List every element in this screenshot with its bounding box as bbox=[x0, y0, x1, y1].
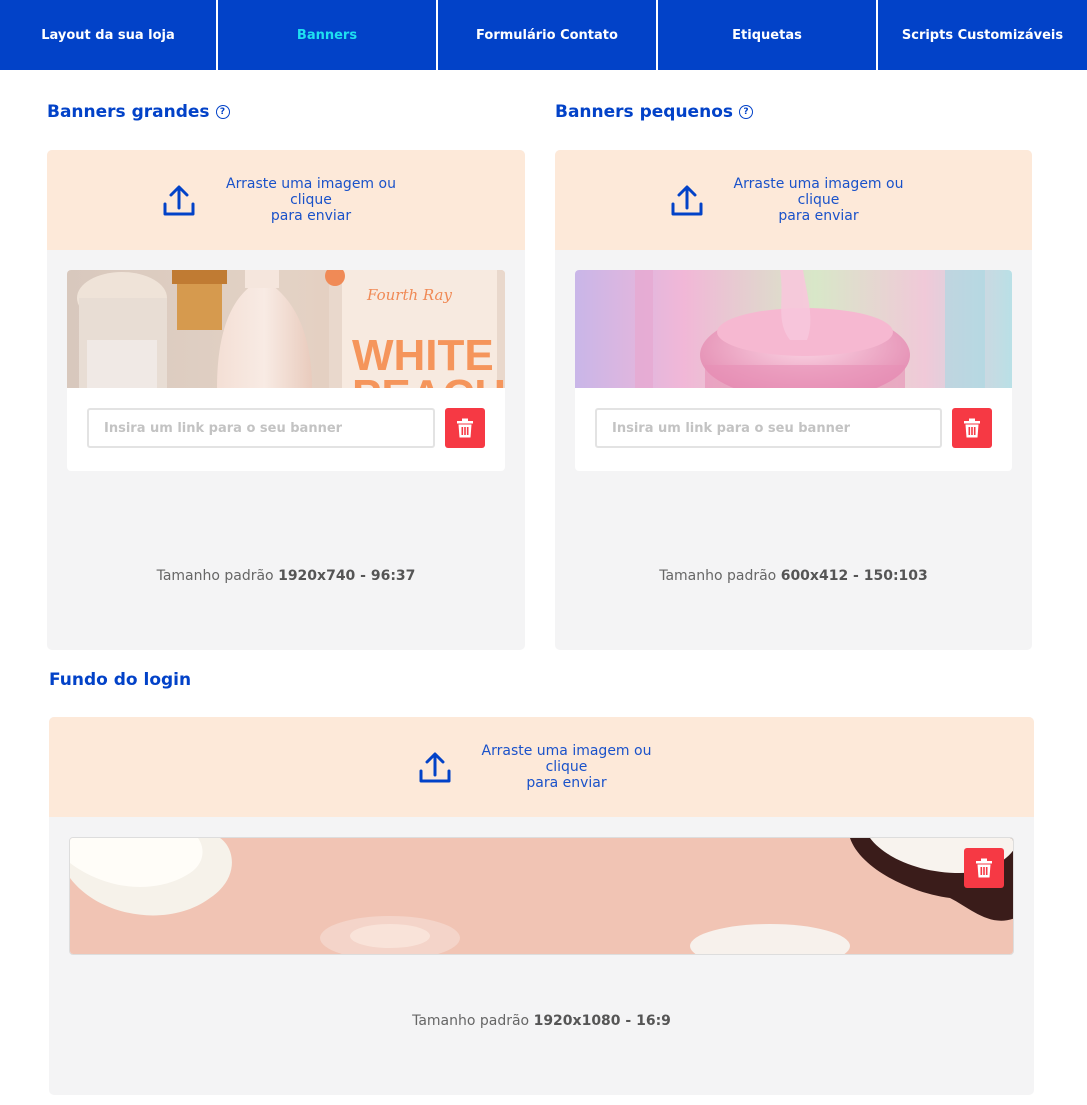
large-banners-heading: Banners grandes ? bbox=[47, 102, 230, 122]
large-banners-card: Arraste uma imagem ou clique para enviar bbox=[47, 150, 525, 650]
upload-instructions: Arraste uma imagem ou clique para enviar bbox=[733, 176, 904, 224]
large-banners-title: Banners grandes bbox=[47, 102, 210, 122]
banner-link-input[interactable] bbox=[87, 408, 435, 448]
small-banners-dropzone[interactable]: Arraste uma imagem ou clique para enviar bbox=[555, 150, 1032, 250]
upload-instructions: Arraste uma imagem ou clique para enviar bbox=[481, 743, 652, 791]
small-banners-card: Arraste uma imagem ou clique para enviar bbox=[555, 150, 1032, 650]
delete-banner-button[interactable] bbox=[952, 408, 992, 448]
login-background-size-info: Tamanho padrão 1920x1080 - 16:9 bbox=[412, 1013, 671, 1029]
small-banner-size-info: Tamanho padrão 600x412 - 150:103 bbox=[659, 568, 928, 584]
small-banners-title: Banners pequenos bbox=[555, 102, 733, 122]
tab-custom-scripts[interactable]: Scripts Customizáveis bbox=[878, 0, 1087, 70]
large-banner-size-info: Tamanho padrão 1920x740 - 96:37 bbox=[156, 568, 416, 584]
upload-icon bbox=[419, 752, 450, 783]
help-icon[interactable]: ? bbox=[215, 105, 230, 119]
delete-banner-button[interactable] bbox=[445, 408, 485, 448]
upload-icon bbox=[163, 185, 195, 216]
delete-login-background-button[interactable] bbox=[964, 848, 1004, 888]
login-background-item bbox=[69, 837, 1014, 955]
tab-labels[interactable]: Etiquetas bbox=[658, 0, 876, 70]
small-banners-heading: Banners pequenos ? bbox=[555, 102, 753, 122]
trash-icon bbox=[457, 418, 473, 438]
banner-image bbox=[575, 270, 1012, 388]
tab-contact-form[interactable]: Formulário Contato bbox=[438, 0, 656, 70]
help-icon[interactable]: ? bbox=[739, 105, 753, 119]
trash-icon bbox=[976, 858, 992, 878]
login-background-card: Arraste uma imagem ou clique para enviar bbox=[49, 717, 1034, 1095]
login-background-dropzone[interactable]: Arraste uma imagem ou clique para enviar bbox=[49, 717, 1034, 817]
banner-brand-text: Fourth Ray bbox=[366, 286, 452, 304]
banner-image: Fourth Ray WHITE PEACH bbox=[67, 270, 505, 388]
large-banner-item: Fourth Ray WHITE PEACH bbox=[67, 270, 505, 471]
tab-banners[interactable]: Banners bbox=[218, 0, 436, 70]
large-banners-dropzone[interactable]: Arraste uma imagem ou clique para enviar bbox=[47, 150, 525, 250]
login-background-heading: Fundo do login bbox=[49, 670, 191, 690]
banner-headline-2: PEACH bbox=[352, 371, 505, 388]
login-background-image bbox=[70, 838, 1013, 954]
upload-instructions: Arraste uma imagem ou clique para enviar bbox=[226, 176, 396, 224]
trash-icon bbox=[964, 418, 980, 438]
small-banner-item bbox=[575, 270, 1012, 471]
tab-layout[interactable]: Layout da sua loja bbox=[0, 0, 216, 70]
banner-link-input[interactable] bbox=[595, 408, 942, 448]
upload-icon bbox=[671, 185, 702, 216]
login-background-title: Fundo do login bbox=[49, 670, 192, 690]
top-navigation: Layout da sua loja Banners Formulário Co… bbox=[0, 0, 1087, 70]
